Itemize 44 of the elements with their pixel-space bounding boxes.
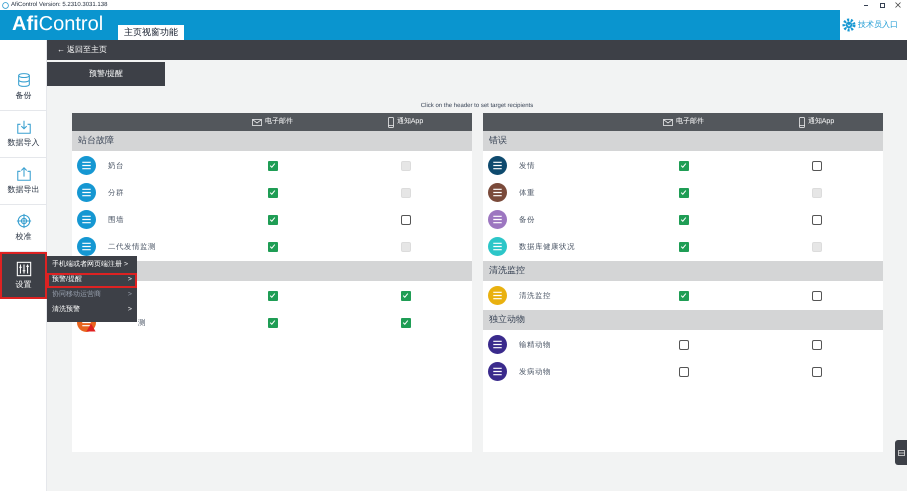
logo: AfiControl [12,14,104,34]
export-icon [16,166,32,182]
checkbox[interactable] [678,188,688,198]
database-icon [16,72,32,88]
checkbox[interactable] [678,340,688,350]
import-icon [16,119,32,135]
close-icon[interactable] [895,2,901,8]
mail-icon [663,118,673,126]
checkbox[interactable] [678,242,688,252]
checkbox[interactable] [268,290,278,300]
crosshair-icon [16,213,32,229]
checkbox[interactable] [812,340,822,350]
sidebar-item[interactable]: 设置 [0,252,47,299]
section-title: 清洗监控 [489,264,525,278]
header-label: 主页视窗功能 [118,25,184,40]
checkbox[interactable] [400,214,410,224]
checkbox[interactable] [678,160,688,170]
checkbox[interactable] [812,290,822,300]
checkbox[interactable] [812,214,822,224]
phone-icon [388,116,394,128]
section-title: 错误 [489,134,507,148]
checkbox[interactable] [268,242,278,252]
tab[interactable]: 预警/提醒 [47,62,165,86]
app-icon [2,2,9,8]
phone-icon [798,116,805,128]
mail-icon [252,118,262,126]
checkbox[interactable] [268,160,278,170]
checkbox[interactable] [268,318,278,328]
checkbox[interactable] [812,160,822,170]
checkbox[interactable] [812,366,822,376]
checkbox[interactable] [400,318,410,328]
checkbox[interactable] [400,290,410,300]
section-title: 独立动物 [489,313,525,326]
side-tab[interactable] [895,440,907,465]
checkbox[interactable] [678,214,688,224]
gear-icon [842,18,856,32]
section-title: 站台故障 [78,134,114,148]
checkbox[interactable] [268,214,278,224]
checkbox[interactable] [678,290,688,300]
checkbox[interactable] [678,366,688,376]
back-link[interactable]: ← 返回至主页 [57,44,108,56]
checkbox[interactable] [268,188,278,198]
sliders-icon [16,260,32,276]
panel-icon [898,450,904,456]
